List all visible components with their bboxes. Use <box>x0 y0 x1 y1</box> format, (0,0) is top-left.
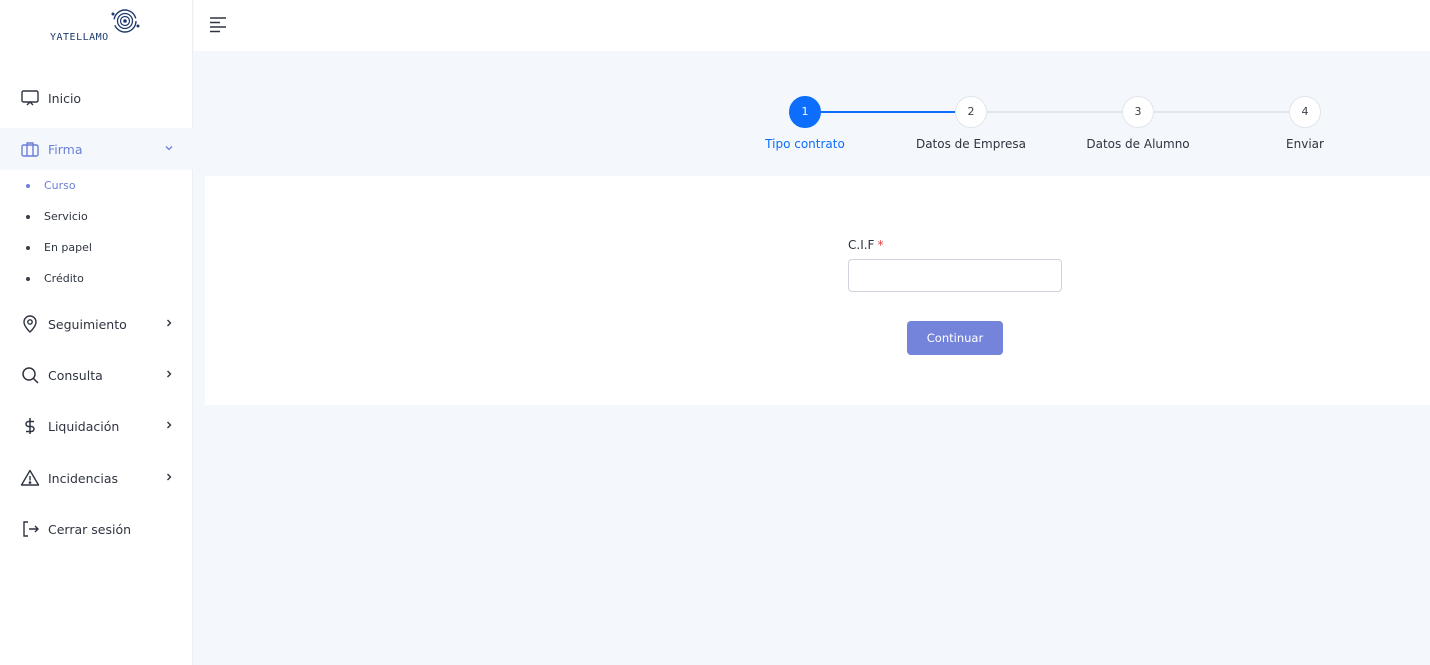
sidebar-item-liquidacion[interactable]: Liquidación <box>0 405 193 447</box>
sidebar-item-label: Seguimiento <box>48 316 127 332</box>
step-3-circle[interactable]: 3 <box>1122 96 1154 128</box>
bullet-icon <box>26 246 30 250</box>
sidebar-item-label: Inicio <box>48 90 82 106</box>
step-4-circle[interactable]: 4 <box>1289 96 1321 128</box>
menu-toggle-icon[interactable] <box>208 15 228 33</box>
step-2-circle[interactable]: 2 <box>955 96 987 128</box>
sidebar-subitem-credito[interactable]: Crédito <box>0 267 193 291</box>
sidebar-subitem-en-papel[interactable]: En papel <box>0 236 193 260</box>
cif-label-text: C.I.F <box>848 238 875 252</box>
step-connector-2 <box>987 111 1122 113</box>
chevron-right-icon <box>167 370 172 378</box>
step-2-label: Datos de Empresa <box>915 137 1027 151</box>
location-pin-icon <box>23 315 37 333</box>
sidebar-item-label: Incidencias <box>48 470 119 486</box>
chevron-right-icon <box>167 473 172 481</box>
sidebar-subitem-label: Servicio <box>44 210 88 223</box>
fingerprint-logo-icon <box>111 9 140 33</box>
step-connector-1 <box>821 111 955 113</box>
logo-text: YATELLAMO <box>50 32 109 43</box>
briefcase-icon <box>21 142 39 157</box>
logout-icon <box>23 521 39 537</box>
chevron-right-icon <box>167 421 172 429</box>
sidebar: YATELLAMO Inicio Firma Curso Servicio En… <box>0 0 193 665</box>
step-4-label: Enviar <box>1286 137 1324 151</box>
search-icon <box>22 367 39 384</box>
bullet-icon <box>26 277 30 281</box>
sidebar-item-inicio[interactable]: Inicio <box>0 77 193 119</box>
chevron-right-icon <box>167 319 172 327</box>
step-connector-3 <box>1154 111 1289 113</box>
dollar-icon <box>25 418 35 434</box>
sidebar-item-incidencias[interactable]: Incidencias <box>0 457 193 499</box>
sidebar-subitem-label: Curso <box>44 179 76 192</box>
step-1-circle[interactable]: 1 <box>789 96 821 128</box>
step-3-label: Datos de Alumno <box>1086 137 1190 151</box>
bullet-icon <box>26 184 30 188</box>
cif-label: C.I.F * <box>848 238 883 252</box>
sidebar-item-seguimiento[interactable]: Seguimiento <box>0 303 193 345</box>
bullet-icon <box>26 215 30 219</box>
warning-icon <box>20 469 40 486</box>
step-1-label: Tipo contrato <box>765 137 845 151</box>
cif-input[interactable] <box>848 259 1062 292</box>
sidebar-subitem-label: Crédito <box>44 272 84 285</box>
continue-button[interactable]: Continuar <box>907 321 1003 355</box>
sidebar-item-label: Firma <box>48 141 83 157</box>
top-bar <box>194 0 1430 51</box>
sidebar-item-label: Cerrar sesión <box>48 521 132 537</box>
stepper: 1 2 3 4 Tipo contrato Datos de Empresa D… <box>205 76 1430 174</box>
sidebar-subitem-curso[interactable]: Curso <box>0 174 193 198</box>
required-mark: * <box>877 238 884 252</box>
sidebar-item-cerrar-sesion[interactable]: Cerrar sesión <box>0 508 193 550</box>
sidebar-item-label: Consulta <box>48 367 103 383</box>
contract-form: C.I.F * Continuar <box>205 176 1430 405</box>
sidebar-item-label: Liquidación <box>48 418 120 434</box>
sidebar-subitem-label: En papel <box>44 241 92 254</box>
sidebar-subitem-servicio[interactable]: Servicio <box>0 205 193 229</box>
brand-logo[interactable]: YATELLAMO <box>46 8 146 46</box>
monitor-icon <box>21 90 39 106</box>
sidebar-item-consulta[interactable]: Consulta <box>0 354 193 396</box>
chevron-down-icon <box>165 146 173 151</box>
sidebar-item-firma[interactable]: Firma <box>0 128 193 170</box>
